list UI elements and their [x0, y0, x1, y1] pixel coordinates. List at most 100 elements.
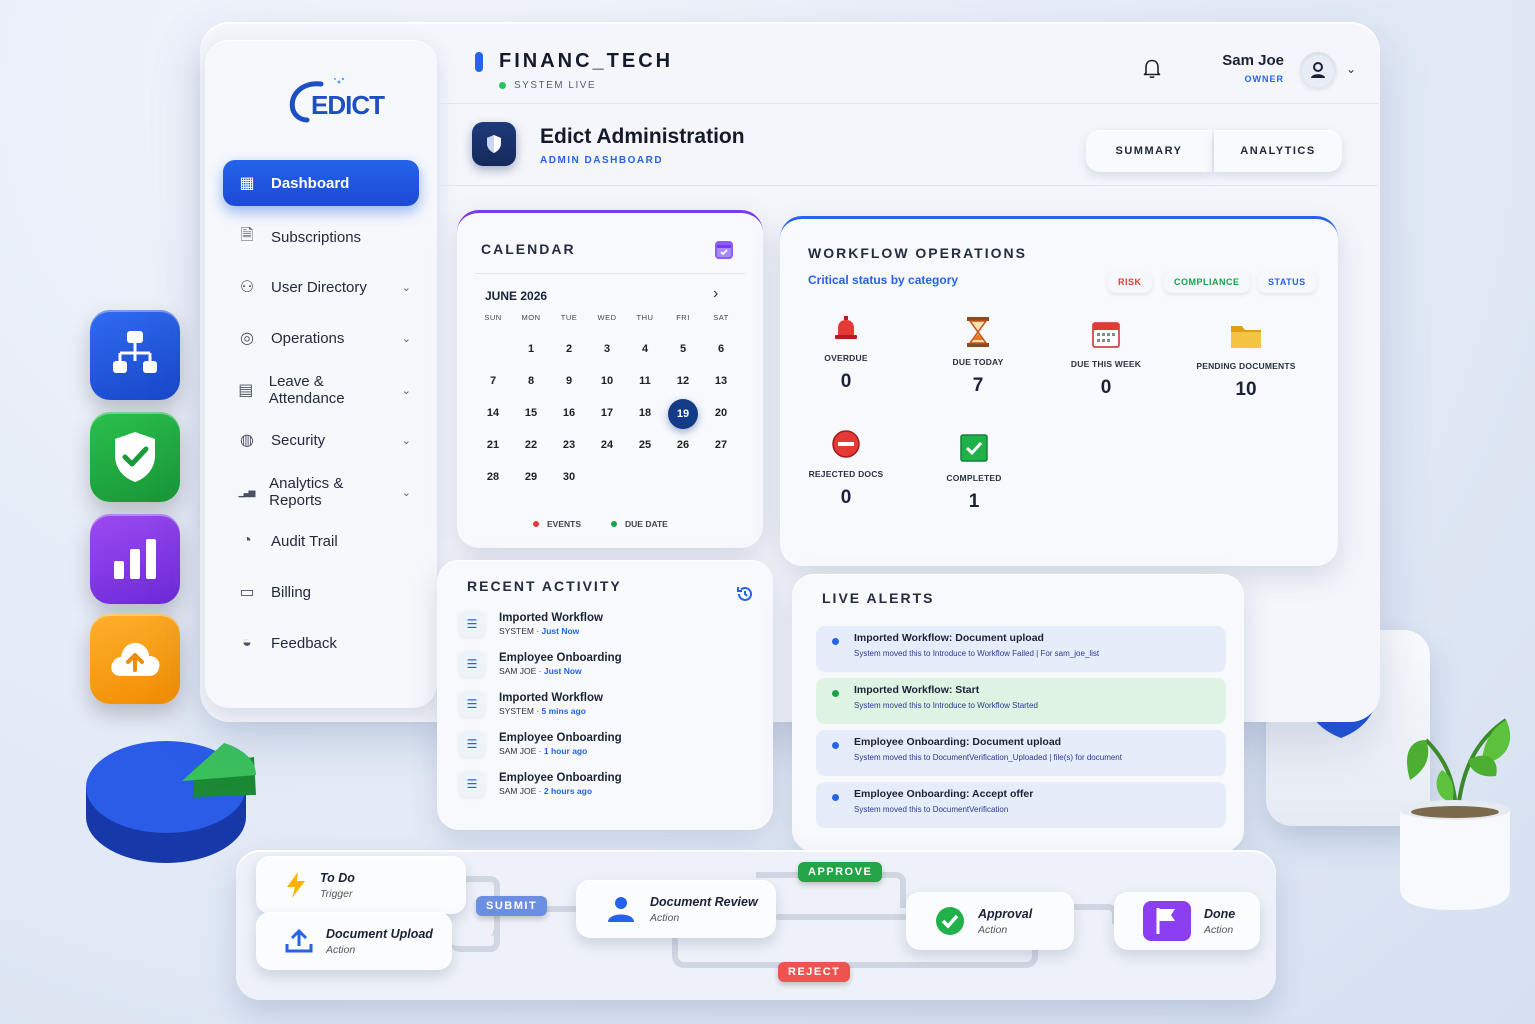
calendar-day[interactable]: 22 — [513, 439, 549, 451]
sidebar-item-label: Dashboard — [271, 174, 350, 192]
calendar-day[interactable]: 19 — [665, 399, 701, 429]
calendar-day[interactable]: 23 — [551, 439, 587, 451]
chevron-down-icon[interactable]: ⌄ — [1346, 62, 1356, 76]
activity-title: Employee Onboarding — [499, 772, 622, 784]
calendar-day[interactable]: 20 — [703, 407, 739, 419]
chevron-down-icon[interactable]: ⌄ — [402, 281, 411, 294]
calendar-day[interactable]: 4 — [627, 343, 663, 355]
calendar-day[interactable]: 9 — [551, 375, 587, 387]
alert-item[interactable]: Employee Onboarding: Document upload Syst… — [816, 730, 1226, 776]
calendar-day[interactable]: 5 — [665, 343, 701, 355]
flow-node-to-do[interactable]: To Do Trigger — [256, 856, 466, 914]
calendar-day[interactable]: 26 — [665, 439, 701, 451]
activity-actor: SAM JOE — [499, 746, 537, 756]
calendar-day[interactable]: 29 — [513, 471, 549, 483]
next-month-icon[interactable]: › — [713, 285, 718, 303]
sidebar-item-label: Leave & Attendance — [268, 373, 345, 407]
sidebar-item-subscriptions[interactable]: 🗎 Subscriptions — [223, 214, 419, 260]
sidebar-item-dashboard[interactable]: ▦ Dashboard — [223, 160, 419, 206]
calendar-day[interactable]: 8 — [513, 375, 549, 387]
calendar-day[interactable]: 7 — [475, 375, 511, 387]
sidebar-item-billing[interactable]: ▭ Billing — [223, 569, 419, 615]
calendar-day[interactable]: 11 — [627, 375, 663, 387]
shield-check-icon[interactable] — [90, 412, 180, 502]
activity-item[interactable]: ☰ Employee Onboarding SAM JOE · 1 hour ago — [459, 726, 622, 762]
stat-completed[interactable]: COMPLETED 1 — [914, 431, 1034, 513]
chevron-down-icon[interactable]: ⌄ — [402, 434, 411, 447]
page-title: Edict Administration — [540, 125, 745, 148]
calendar-day[interactable]: 1 — [513, 343, 549, 355]
calendar-day[interactable]: 15 — [513, 407, 549, 419]
stat-due-today[interactable]: DUE TODAY 7 — [918, 315, 1038, 397]
calendar-day[interactable]: 6 — [703, 343, 739, 355]
transition-reject[interactable]: REJECT — [778, 962, 851, 982]
node-title: To Do — [320, 870, 355, 885]
workflow-operations-card: WORKFLOW OPERATIONS Critical status by c… — [780, 216, 1338, 566]
alert-item[interactable]: Imported Workflow: Document upload System… — [816, 626, 1226, 672]
activity-item[interactable]: ☰ Imported Workflow SYSTEM · 5 mins ago — [459, 686, 603, 722]
alert-item[interactable]: Imported Workflow: Start System moved thi… — [816, 678, 1226, 724]
tab-summary[interactable]: SUMMARY — [1086, 130, 1212, 172]
calendar-day[interactable]: 17 — [589, 407, 625, 419]
chip-risk[interactable]: RISK — [1108, 271, 1152, 293]
calendar-day[interactable]: 30 — [551, 471, 587, 483]
sidebar-item-audit-trail[interactable]: ◔ Audit Trail — [223, 518, 419, 564]
transition-approve[interactable]: APPROVE — [798, 862, 883, 882]
calendar-day[interactable]: 21 — [475, 439, 511, 451]
alert-bullet — [832, 638, 839, 645]
tab-analytics[interactable]: ANALYTICS — [1214, 130, 1342, 172]
alert-item[interactable]: Employee Onboarding: Accept offer System … — [816, 782, 1226, 828]
page-subtitle: ADMIN DASHBOARD — [540, 155, 664, 166]
org-chart-icon[interactable] — [90, 310, 180, 400]
activity-time: 1 hour ago — [543, 746, 588, 756]
activity-item[interactable]: ☰ Employee Onboarding SAM JOE · 2 hours ag… — [459, 766, 622, 802]
chevron-down-icon[interactable]: ⌄ — [402, 486, 411, 499]
transition-submit[interactable]: SUBMIT — [476, 896, 548, 916]
calendar-day[interactable]: 12 — [665, 375, 701, 387]
history-icon[interactable] — [735, 584, 755, 604]
activity-item[interactable]: ☰ Imported Workflow SYSTEM · Just Now — [459, 606, 603, 642]
sidebar-item-feedback[interactable]: ◒ Feedback — [223, 620, 419, 666]
stat-rejected-docs[interactable]: REJECTED DOCS 0 — [786, 427, 906, 509]
sidebar-item-operations[interactable]: ◎ Operations ⌄ — [223, 315, 419, 361]
sidebar-item-analytics-reports[interactable]: ▁▃▅ Analytics & Reports ⌄ — [223, 469, 419, 515]
activity-item[interactable]: ☰ Employee Onboarding SAM JOE · Just Now — [459, 646, 622, 682]
flag-icon — [1128, 900, 1192, 942]
calendar-icon[interactable] — [715, 241, 733, 259]
calendar-day[interactable]: 2 — [551, 343, 587, 355]
flow-node-approval[interactable]: Approval Action — [906, 892, 1074, 950]
chevron-down-icon[interactable]: ⌄ — [402, 332, 411, 345]
calendar-day[interactable]: 13 — [703, 375, 739, 387]
list-icon: ☰ — [459, 771, 485, 797]
hourglass-icon — [918, 315, 1038, 349]
alert-title: Employee Onboarding: Document upload — [854, 736, 1062, 748]
node-title: Document Review — [650, 894, 758, 909]
calendar-day[interactable]: 18 — [627, 407, 663, 419]
stat-pending-documents[interactable]: PENDING DOCUMENTS 10 — [1186, 319, 1306, 401]
calendar-day[interactable]: 28 — [475, 471, 511, 483]
flow-node-document-upload[interactable]: Document Upload Action — [256, 912, 452, 970]
sidebar-item-leave-attendance[interactable]: ▤ Leave & Attendance ⌄ — [223, 367, 419, 413]
calendar-day[interactable]: 16 — [551, 407, 587, 419]
chevron-down-icon[interactable]: ⌄ — [402, 384, 411, 397]
sidebar-item-user-directory[interactable]: ⚇ User Directory ⌄ — [223, 264, 419, 310]
stat-overdue[interactable]: OVERDUE 0 — [786, 311, 906, 393]
avatar[interactable] — [1300, 52, 1336, 88]
bar-chart-icon[interactable] — [90, 514, 180, 604]
calendar-day[interactable]: 14 — [475, 407, 511, 419]
calendar-day[interactable]: 3 — [589, 343, 625, 355]
sidebar-item-label: Operations — [271, 329, 345, 347]
chip-status[interactable]: STATUS — [1258, 271, 1316, 293]
flow-node-document-review[interactable]: Document Review Action — [576, 880, 776, 938]
calendar-day[interactable]: 25 — [627, 439, 663, 451]
cloud-upload-icon[interactable] — [90, 614, 180, 704]
activity-actor: SYSTEM — [499, 706, 534, 716]
sidebar-item-security[interactable]: ◍ Security ⌄ — [223, 417, 419, 463]
chip-compliance[interactable]: COMPLIANCE — [1164, 271, 1250, 293]
calendar-day[interactable]: 10 — [589, 375, 625, 387]
stat-due-this-week[interactable]: DUE THIS WEEK 0 — [1046, 317, 1166, 399]
bell-icon[interactable] — [1140, 56, 1164, 80]
calendar-day[interactable]: 27 — [703, 439, 739, 451]
flow-node-done[interactable]: Done Action — [1114, 892, 1260, 950]
calendar-day[interactable]: 24 — [589, 439, 625, 451]
